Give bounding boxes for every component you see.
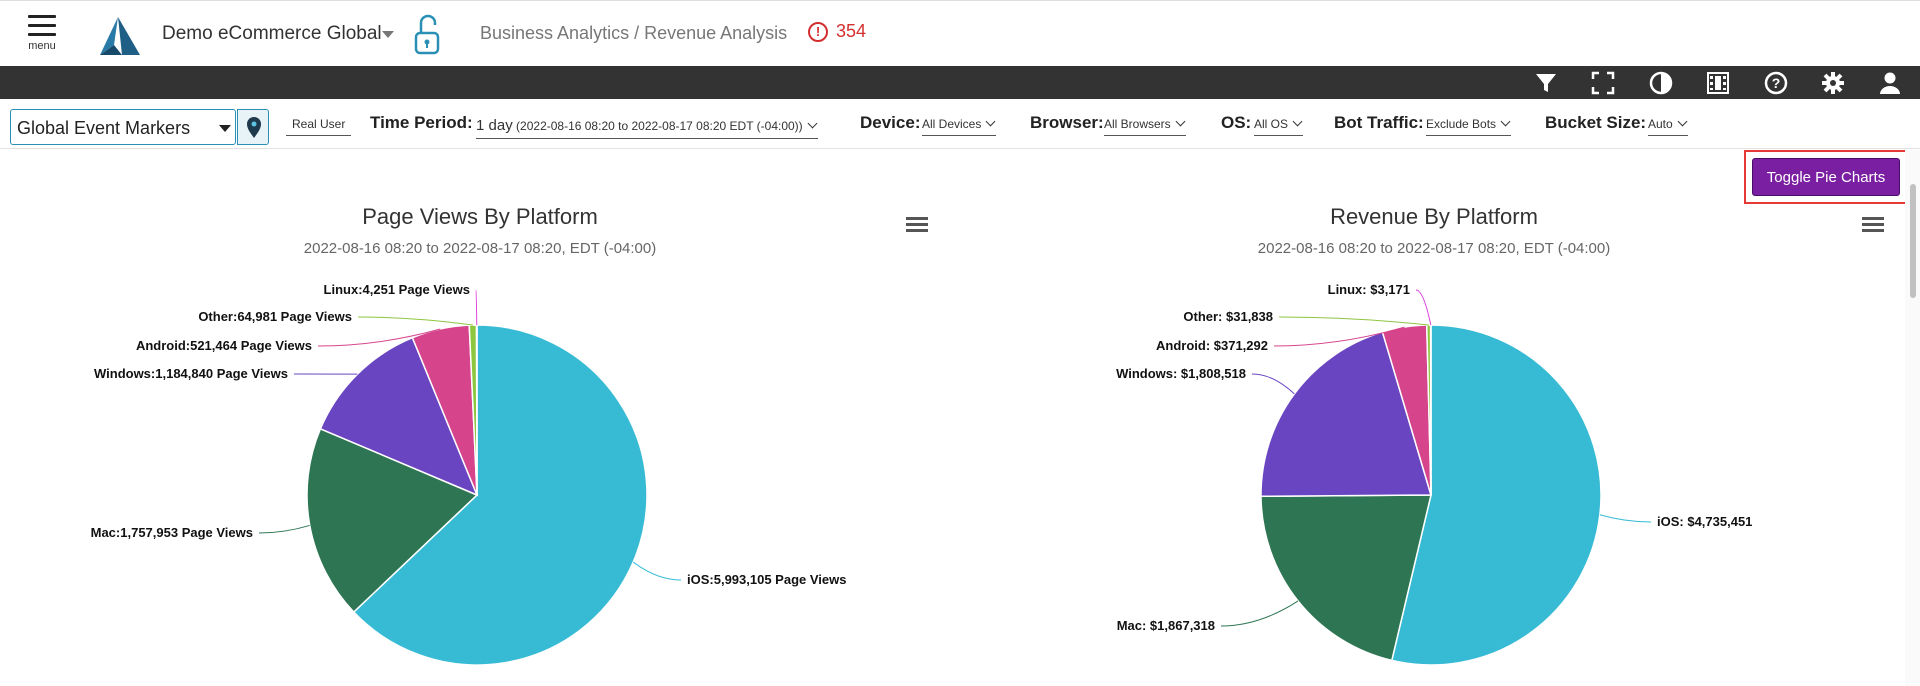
chart-menu-button[interactable] [906, 217, 928, 235]
bot-traffic-select[interactable]: Exclude Bots [1426, 116, 1512, 136]
chevron-down-icon [219, 125, 231, 132]
help-icon[interactable]: ? [1763, 70, 1789, 96]
unlocked-icon[interactable] [412, 13, 442, 57]
filter-bar: Global Event Markers Real User Time Peri… [0, 99, 1920, 149]
connector-windows [1251, 373, 1295, 395]
slice-label-mac: Mac:1,757,953 Page Views [90, 525, 253, 540]
chevron-down-icon [1175, 116, 1186, 127]
toolbar: ? [0, 66, 1920, 99]
slice-label-mac: Mac: $1,867,318 [1116, 618, 1215, 633]
time-period-select[interactable]: 1 day (2022-08-16 08:20 to 2022-08-17 08… [476, 117, 818, 139]
chevron-down-icon [985, 116, 996, 127]
hamburger-icon [22, 15, 62, 36]
bucket-size-value: Auto [1648, 117, 1673, 131]
browser-label: Browser: [1030, 113, 1104, 132]
revenue-chart: Revenue By Platform 2022-08-16 08:20 to … [954, 150, 1914, 686]
top-bar: menu Demo eCommerce Global Business Anal… [0, 0, 1920, 66]
chevron-down-icon [807, 118, 818, 129]
event-markers-select[interactable]: Global Event Markers [10, 109, 269, 145]
time-period-range: (2022-08-16 08:20 to 2022-08-17 08:20 ED… [516, 119, 803, 133]
app-name: Demo eCommerce Global [162, 23, 382, 44]
real-user-select[interactable]: Real User [286, 117, 352, 136]
chevron-down-icon [1500, 116, 1511, 127]
event-markers-value: Global Event Markers [17, 118, 191, 138]
connector-mac [1220, 600, 1299, 627]
time-period-value: 1 day [476, 117, 513, 134]
bucket-size-label: Bucket Size: [1545, 113, 1647, 132]
bucket-size-select[interactable]: Auto [1648, 116, 1688, 136]
chart-subtitle: 2022-08-16 08:20 to 2022-08-17 08:20, ED… [303, 240, 657, 257]
connector-ios [632, 561, 682, 581]
connector-ios [1599, 514, 1652, 523]
slice-label-windows: Windows:1,184,840 Page Views [93, 366, 288, 381]
svg-text:?: ? [1772, 75, 1781, 91]
device-label: Device: [860, 113, 921, 132]
page-views-pie [258, 289, 682, 666]
browser-select[interactable]: All Browsers [1104, 116, 1186, 136]
map-pin-icon [247, 117, 261, 138]
connector-linux [1415, 289, 1432, 326]
bot-traffic-value: Exclude Bots [1426, 117, 1497, 131]
device-select[interactable]: All Devices [922, 116, 997, 136]
chart-subtitle: 2022-08-16 08:20 to 2022-08-17 08:20, ED… [1257, 240, 1611, 257]
os-select[interactable]: All OS [1254, 116, 1304, 136]
connector-other [357, 316, 473, 326]
fullscreen-icon[interactable] [1590, 70, 1616, 96]
alert-badge[interactable]: ! 354 [808, 21, 866, 42]
alert-count: 354 [836, 21, 867, 41]
scrollbar-thumb[interactable] [1910, 184, 1916, 298]
slice-label-linux: Linux: $3,171 [1327, 282, 1410, 297]
slice-label-android: Android: $371,292 [1156, 338, 1268, 353]
app-switcher-chevron-down-icon[interactable] [382, 31, 394, 38]
menu-button[interactable]: menu [22, 15, 62, 63]
slice-label-windows: Windows: $1,808,518 [1116, 366, 1246, 381]
event-markers-pin-button[interactable] [237, 109, 269, 145]
contrast-icon[interactable] [1648, 70, 1674, 96]
company-logo-icon [100, 17, 140, 55]
chevron-down-icon [1677, 116, 1688, 127]
slice-label-linux: Linux:4,251 Page Views [323, 282, 470, 297]
time-period-label: Time Period: [370, 113, 473, 132]
connector-other [1278, 316, 1429, 326]
connector-linux [475, 289, 478, 326]
chart-menu-button[interactable] [1862, 217, 1884, 235]
connector-mac [258, 524, 310, 534]
os-value: All OS [1254, 117, 1289, 131]
slice-label-android: Android:521,464 Page Views [135, 338, 312, 353]
revenue-pie [1220, 289, 1652, 666]
gear-icon[interactable] [1820, 70, 1846, 96]
device-value: All Devices [922, 117, 982, 131]
film-icon[interactable] [1705, 70, 1731, 96]
chart-title: Revenue By Platform [1330, 204, 1538, 229]
chart-title: Page Views By Platform [362, 204, 598, 229]
filter-icon[interactable] [1533, 70, 1559, 96]
slice-label-ios: iOS:5,993,105 Page Views [687, 572, 847, 587]
bot-traffic-label: Bot Traffic: [1334, 113, 1424, 132]
breadcrumb: Business Analytics / Revenue Analysis [480, 23, 788, 43]
chevron-down-icon [1292, 116, 1303, 127]
page-views-chart: Page Views By Platform 2022-08-16 08:20 … [0, 150, 960, 686]
slice-label-other: Other:64,981 Page Views [198, 309, 352, 324]
slice-label-ios: iOS: $4,735,451 [1657, 514, 1753, 529]
alert-icon: ! [808, 21, 828, 42]
page-scrollbar[interactable] [1905, 150, 1920, 686]
browser-value: All Browsers [1104, 117, 1171, 131]
menu-label: menu [28, 40, 56, 52]
slice-label-other: Other: $31,838 [1183, 309, 1273, 324]
os-label: OS: [1221, 113, 1252, 132]
user-icon[interactable] [1877, 70, 1903, 96]
